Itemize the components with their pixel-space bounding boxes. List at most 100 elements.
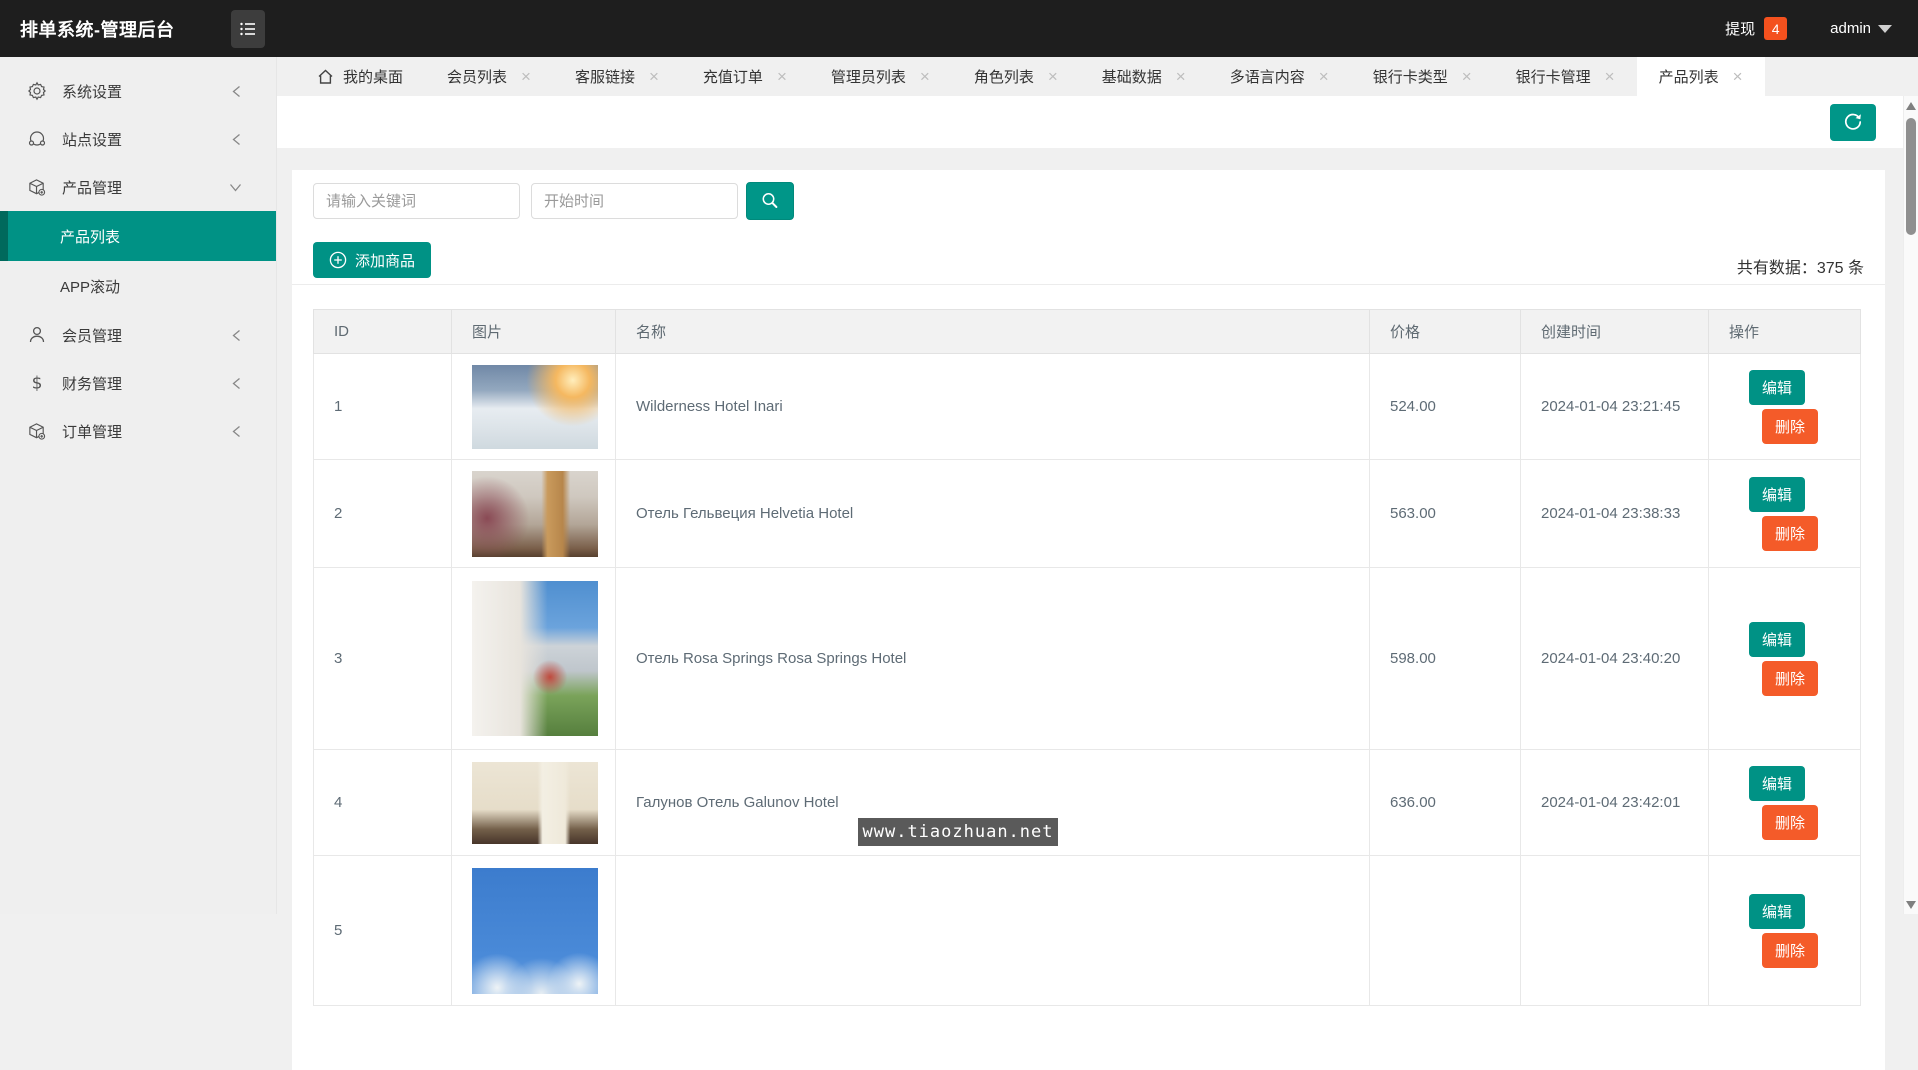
refresh-icon bbox=[1844, 113, 1862, 130]
product-image bbox=[472, 761, 598, 844]
tab-多语言内容[interactable]: 多语言内容 × bbox=[1208, 57, 1351, 96]
sidebar-item-财务管理[interactable]: $ 财务管理 bbox=[0, 359, 276, 407]
edit-button[interactable]: 编辑 bbox=[1749, 893, 1805, 929]
cell-price: 598.00 bbox=[1369, 567, 1521, 750]
tab-会员列表[interactable]: 会员列表 × bbox=[425, 57, 553, 96]
cell-name: Wilderness Hotel Inari bbox=[615, 353, 1370, 460]
sidebar-item-系统设置[interactable]: 系统设置 bbox=[0, 67, 276, 115]
scroll-up-arrow-icon[interactable] bbox=[1906, 102, 1916, 110]
cell-name bbox=[615, 855, 1370, 1006]
cell-created: 2024-01-04 23:42:01 bbox=[1520, 749, 1709, 856]
sidebar: 系统设置 站点设置 产品管理 产品列表 APP滚动 会员管理 $ 财务管理 订单… bbox=[0, 57, 277, 914]
chevron-left-icon bbox=[231, 133, 242, 146]
app-header: 排单系统-管理后台 提现 4 admin bbox=[0, 0, 1918, 57]
tab-close-icon[interactable]: × bbox=[1176, 68, 1186, 85]
cell-created: 2024-01-04 23:40:20 bbox=[1520, 567, 1709, 750]
box-icon bbox=[27, 177, 47, 197]
plus-circle-icon bbox=[329, 251, 347, 269]
delete-button[interactable]: 删除 bbox=[1762, 408, 1818, 444]
watermark: www.tiaozhuan.net bbox=[858, 818, 1058, 846]
refresh-button[interactable] bbox=[1830, 103, 1876, 141]
tab-基础数据[interactable]: 基础数据 × bbox=[1080, 57, 1208, 96]
delete-button[interactable]: 删除 bbox=[1762, 932, 1818, 968]
tab-close-icon[interactable]: × bbox=[1319, 68, 1329, 85]
tab-角色列表[interactable]: 角色列表 × bbox=[952, 57, 1080, 96]
cell-image bbox=[451, 567, 616, 750]
sidebar-item-产品管理[interactable]: 产品管理 bbox=[0, 163, 276, 211]
app-title: 排单系统-管理后台 bbox=[20, 19, 175, 40]
column-header-ID: ID bbox=[313, 309, 452, 354]
edit-button[interactable]: 编辑 bbox=[1749, 765, 1805, 801]
withdraw-link[interactable]: 提现 bbox=[1725, 18, 1755, 39]
tab-label: 管理员列表 bbox=[830, 69, 906, 86]
edit-button[interactable]: 编辑 bbox=[1749, 369, 1805, 405]
tab-close-icon[interactable]: × bbox=[1605, 68, 1615, 85]
cell-id: 2 bbox=[313, 459, 452, 568]
tab-close-icon[interactable]: × bbox=[777, 68, 787, 85]
product-image bbox=[472, 364, 598, 449]
tab-我的桌面[interactable]: 我的桌面 × bbox=[295, 57, 425, 96]
tab-客服链接[interactable]: 客服链接 × bbox=[553, 57, 681, 96]
vertical-scrollbar[interactable] bbox=[1903, 96, 1918, 914]
menu-toggle-button[interactable] bbox=[230, 9, 265, 48]
add-product-button[interactable]: 添加商品 bbox=[313, 242, 432, 278]
search-button[interactable] bbox=[746, 182, 794, 220]
cell-id: 5 bbox=[313, 855, 452, 1006]
cell-id: 4 bbox=[313, 749, 452, 856]
column-header-操作: 操作 bbox=[1708, 309, 1861, 354]
cell-name: Отель Rosa Springs Rosa Springs Hotel bbox=[615, 567, 1370, 750]
tab-label: 我的桌面 bbox=[343, 69, 404, 86]
sidebar-item-站点设置[interactable]: 站点设置 bbox=[0, 115, 276, 163]
cell-price bbox=[1369, 855, 1521, 1006]
tab-close-icon[interactable]: × bbox=[521, 68, 531, 85]
site-icon bbox=[27, 129, 47, 149]
keyword-input[interactable] bbox=[313, 183, 520, 219]
scroll-down-arrow-icon[interactable] bbox=[1906, 901, 1916, 909]
cell-id: 3 bbox=[313, 567, 452, 750]
edit-button[interactable]: 编辑 bbox=[1749, 476, 1805, 512]
cell-actions: 编辑 删除 bbox=[1708, 353, 1861, 460]
product-table: ID 图片 名称 价格 创建时间 操作 1 Wilderness Hotel Inari … bbox=[313, 309, 1861, 1006]
page-toolbar bbox=[277, 96, 1903, 148]
cell-price: 636.00 bbox=[1369, 749, 1521, 856]
withdraw-count-badge[interactable]: 4 bbox=[1764, 17, 1788, 40]
cell-image bbox=[451, 749, 616, 856]
start-time-input[interactable] bbox=[531, 183, 738, 219]
tab-产品列表[interactable]: 产品列表 × bbox=[1636, 57, 1765, 96]
user-menu[interactable]: admin bbox=[1830, 20, 1892, 37]
sidebar-subitem-APP滚动[interactable]: APP滚动 bbox=[0, 261, 276, 311]
cell-price: 563.00 bbox=[1369, 459, 1521, 568]
product-image bbox=[472, 581, 598, 736]
delete-button[interactable]: 删除 bbox=[1762, 660, 1818, 696]
user-icon bbox=[27, 325, 47, 345]
tab-close-icon[interactable]: × bbox=[920, 68, 930, 85]
sidebar-item-label: 系统设置 bbox=[62, 83, 123, 101]
delete-button[interactable]: 删除 bbox=[1762, 804, 1818, 840]
tab-label: 银行卡类型 bbox=[1372, 69, 1448, 86]
tab-label: 客服链接 bbox=[574, 69, 635, 86]
delete-button[interactable]: 删除 bbox=[1762, 515, 1818, 551]
edit-button[interactable]: 编辑 bbox=[1749, 621, 1805, 657]
table-header-row: ID 图片 名称 价格 创建时间 操作 bbox=[313, 309, 1861, 354]
chevron-left-icon bbox=[231, 329, 242, 342]
cell-image bbox=[451, 353, 616, 460]
tab-close-icon[interactable]: × bbox=[1733, 68, 1743, 85]
cell-actions: 编辑 删除 bbox=[1708, 459, 1861, 568]
tab-银行卡管理[interactable]: 银行卡管理 × bbox=[1494, 57, 1637, 96]
scrollbar-thumb[interactable] bbox=[1906, 118, 1916, 235]
tab-管理员列表[interactable]: 管理员列表 × bbox=[809, 57, 952, 96]
sidebar-item-订单管理[interactable]: 订单管理 bbox=[0, 407, 276, 455]
svg-text:$: $ bbox=[32, 374, 43, 394]
sidebar-item-会员管理[interactable]: 会员管理 bbox=[0, 311, 276, 359]
username: admin bbox=[1830, 20, 1871, 37]
tab-close-icon[interactable]: × bbox=[1048, 68, 1058, 85]
gear-icon bbox=[27, 81, 47, 101]
cell-id: 1 bbox=[313, 353, 452, 460]
table-row: 3 Отель Rosa Springs Rosa Springs Hotel … bbox=[313, 567, 1861, 750]
tab-close-icon[interactable]: × bbox=[1462, 68, 1472, 85]
tab-银行卡类型[interactable]: 银行卡类型 × bbox=[1351, 57, 1494, 96]
tab-close-icon[interactable]: × bbox=[649, 68, 659, 85]
tab-充值订单[interactable]: 充值订单 × bbox=[681, 57, 809, 96]
cell-image bbox=[451, 459, 616, 568]
sidebar-subitem-产品列表[interactable]: 产品列表 bbox=[0, 211, 276, 261]
